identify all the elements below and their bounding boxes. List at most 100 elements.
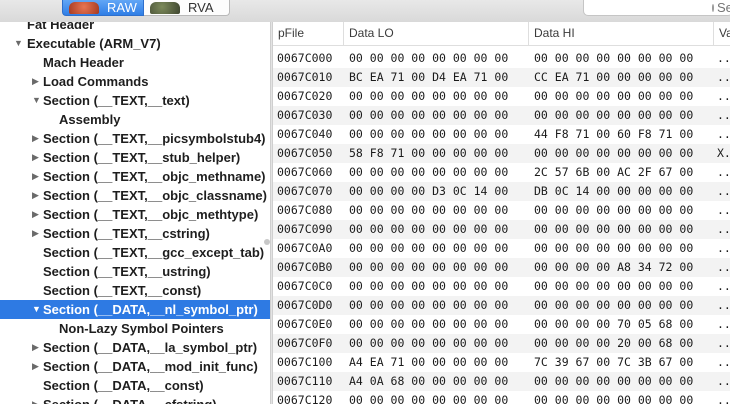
table-row[interactable]: 0067C050 58 F8 71 00 00 00 00 00 00 00 00 … [273, 144, 730, 163]
cell-data-hi: 00 00 00 00 00 00 00 00 [534, 298, 694, 312]
table-row[interactable]: 0067C030 00 00 00 00 00 00 00 00 00 00 00 … [273, 106, 730, 125]
disclosure-expanded-icon[interactable]: ▼ [32, 300, 41, 319]
table-row[interactable]: 0067C0F0 00 00 00 00 00 00 00 00 00 00 00 … [273, 334, 730, 353]
cell-pfile: 0067C020 [277, 89, 333, 103]
cell-data-lo: 00 00 00 00 00 00 00 00 [349, 260, 509, 274]
cell-pfile: 0067C120 [277, 393, 333, 404]
hex-table: pFile Data LO Data HI Va 0067C000 00 00 0… [273, 22, 730, 404]
column-header-data-lo[interactable]: Data LO [344, 22, 529, 45]
disclosure-collapsed-icon[interactable]: ▶ [32, 224, 39, 243]
disclosure-expanded-icon[interactable]: ▼ [14, 34, 23, 53]
disclosure-expanded-icon[interactable]: ▼ [32, 91, 41, 110]
tree-row-label: Section (__DATA,__la_symbol_ptr) [43, 340, 258, 355]
column-header-pfile[interactable]: pFile [273, 22, 344, 45]
cell-data-lo: 00 00 00 00 00 00 00 00 [349, 127, 509, 141]
disclosure-collapsed-icon[interactable]: ▶ [32, 338, 39, 357]
tree-row[interactable]: Section (__DATA,__const) [0, 376, 270, 395]
disclosure-collapsed-icon[interactable]: ▶ [32, 186, 39, 205]
disclosure-collapsed-icon[interactable]: ▶ [32, 167, 39, 186]
cell-pfile: 0067C010 [277, 70, 333, 84]
cell-data-lo: BC EA 71 00 D4 EA 71 00 [349, 70, 509, 84]
cell-pfile: 0067C070 [277, 184, 333, 198]
cell-pfile: 0067C0D0 [277, 298, 333, 312]
disclosure-collapsed-icon[interactable]: ▶ [32, 395, 39, 404]
table-row[interactable]: 0067C0E0 00 00 00 00 00 00 00 00 00 00 00 … [273, 315, 730, 334]
table-row[interactable]: 0067C100 A4 EA 71 00 00 00 00 00 7C 39 67 … [273, 353, 730, 372]
cell-value: .. [717, 203, 730, 217]
disclosure-collapsed-icon[interactable]: ▶ [32, 129, 39, 148]
tree-row[interactable]: Mach Header [0, 53, 270, 72]
tree-row-label: Section (__TEXT,__const) [43, 283, 202, 298]
cell-data-lo: 00 00 00 00 00 00 00 00 [349, 241, 509, 255]
tree-row[interactable]: Section (__TEXT,__gcc_except_tab) [0, 243, 270, 262]
raw-mode-button[interactable]: RAW [62, 0, 144, 16]
cell-value: .. [717, 51, 730, 65]
tree-row-label: Section (__TEXT,__stub_helper) [43, 150, 241, 165]
disclosure-collapsed-icon[interactable]: ▶ [32, 148, 39, 167]
table-row[interactable]: 0067C060 00 00 00 00 00 00 00 00 2C 57 6B … [273, 163, 730, 182]
tree-row[interactable]: Assembly [0, 110, 270, 129]
cell-value: .. [717, 184, 730, 198]
table-row[interactable]: 0067C110 A4 0A 68 00 00 00 00 00 00 00 00 … [273, 372, 730, 391]
cell-data-hi: 00 00 00 00 00 00 00 00 [534, 89, 694, 103]
tree-row[interactable]: ▶ Load Commands [0, 72, 270, 91]
table-row[interactable]: 0067C0D0 00 00 00 00 00 00 00 00 00 00 00 … [273, 296, 730, 315]
cell-value: .. [717, 89, 730, 103]
tree-row-label: Section (__TEXT,__cstring) [43, 226, 210, 241]
tree-row-label: Section (__DATA,__nl_symbol_ptr) [43, 302, 258, 317]
tree-row[interactable]: ▶ Section (__TEXT,__picsymbolstub4) [0, 129, 270, 148]
cell-data-lo: 00 00 00 00 00 00 00 00 [349, 298, 509, 312]
table-row[interactable]: 0067C0A0 00 00 00 00 00 00 00 00 00 00 00 … [273, 239, 730, 258]
search-field[interactable] [583, 0, 730, 16]
column-header-data-hi[interactable]: Data HI [529, 22, 714, 45]
cell-data-lo: 58 F8 71 00 00 00 00 00 [349, 146, 509, 160]
divider-grip-icon[interactable] [264, 239, 270, 245]
table-row[interactable]: 0067C090 00 00 00 00 00 00 00 00 00 00 00 … [273, 220, 730, 239]
table-row[interactable]: 0067C0B0 00 00 00 00 00 00 00 00 00 00 00 … [273, 258, 730, 277]
tree-row[interactable]: ▶ Section (__TEXT,__objc_classname) [0, 186, 270, 205]
table-row[interactable]: 0067C000 00 00 00 00 00 00 00 00 00 00 00 … [273, 49, 730, 68]
table-row[interactable]: 0067C040 00 00 00 00 00 00 00 00 44 F8 71 … [273, 125, 730, 144]
cell-data-hi: 00 00 00 00 70 05 68 00 [534, 317, 694, 331]
disclosure-collapsed-icon[interactable]: ▶ [32, 357, 39, 376]
tree-row[interactable]: ▼ Section (__DATA,__nl_symbol_ptr) [0, 300, 270, 319]
tree-row[interactable]: ▶ Section (__DATA,__la_symbol_ptr) [0, 338, 270, 357]
table-row[interactable]: 0067C070 00 00 00 00 D3 0C 14 00 DB 0C 14 … [273, 182, 730, 201]
table-row[interactable]: 0067C0C0 00 00 00 00 00 00 00 00 00 00 00 … [273, 277, 730, 296]
tree-row[interactable]: ▶ Section (__TEXT,__objc_methtype) [0, 205, 270, 224]
tree-row[interactable]: ▼ Executable (ARM_V7) [0, 34, 270, 53]
table-row[interactable]: 0067C010 BC EA 71 00 D4 EA 71 00 CC EA 71 … [273, 68, 730, 87]
cell-data-lo: 00 00 00 00 00 00 00 00 [349, 165, 509, 179]
cell-pfile: 0067C0F0 [277, 336, 333, 350]
tree-row[interactable]: Section (__TEXT,__ustring) [0, 262, 270, 281]
cell-value: .. [717, 279, 730, 293]
cell-value: .. [717, 70, 730, 84]
disclosure-collapsed-icon[interactable]: ▶ [32, 205, 39, 224]
disclosure-collapsed-icon[interactable]: ▶ [32, 72, 39, 91]
column-header-value[interactable]: Va [714, 22, 730, 45]
tree-row[interactable]: ▶ Section (__TEXT,__cstring) [0, 224, 270, 243]
table-row[interactable]: 0067C020 00 00 00 00 00 00 00 00 00 00 00 … [273, 87, 730, 106]
tree-row[interactable]: Non-Lazy Symbol Pointers [0, 319, 270, 338]
tree-row[interactable]: Section (__TEXT,__const) [0, 281, 270, 300]
cell-value: .. [717, 393, 730, 404]
table-row[interactable]: 0067C080 00 00 00 00 00 00 00 00 00 00 00 … [273, 201, 730, 220]
tree-row[interactable]: ▼ Section (__TEXT,__text) [0, 91, 270, 110]
rva-mode-button[interactable]: RVA [144, 0, 230, 16]
cell-pfile: 0067C0E0 [277, 317, 333, 331]
cell-data-hi: DB 0C 14 00 00 00 00 00 [534, 184, 694, 198]
tree-row[interactable]: ▶ Section (__DATA,__cfstring) [0, 395, 270, 404]
table-row[interactable]: 0067C120 00 00 00 00 00 00 00 00 00 00 00 … [273, 391, 730, 404]
cell-pfile: 0067C030 [277, 108, 333, 122]
cell-value: .. [717, 355, 730, 369]
tree-row[interactable]: ▶ Section (__DATA,__mod_init_func) [0, 357, 270, 376]
search-input[interactable] [717, 0, 730, 15]
tree-row[interactable]: ▶ Section (__TEXT,__objc_methname) [0, 167, 270, 186]
tree-row-label: Section (__TEXT,__objc_methtype) [43, 207, 259, 222]
raw-mode-icon [69, 1, 99, 14]
cell-data-hi: 00 00 00 00 A8 34 72 00 [534, 260, 694, 274]
cell-pfile: 0067C0C0 [277, 279, 333, 293]
search-icon [712, 3, 714, 12]
tree-row[interactable]: ▶ Section (__TEXT,__stub_helper) [0, 148, 270, 167]
tree-row[interactable]: Fat Header [0, 22, 270, 34]
